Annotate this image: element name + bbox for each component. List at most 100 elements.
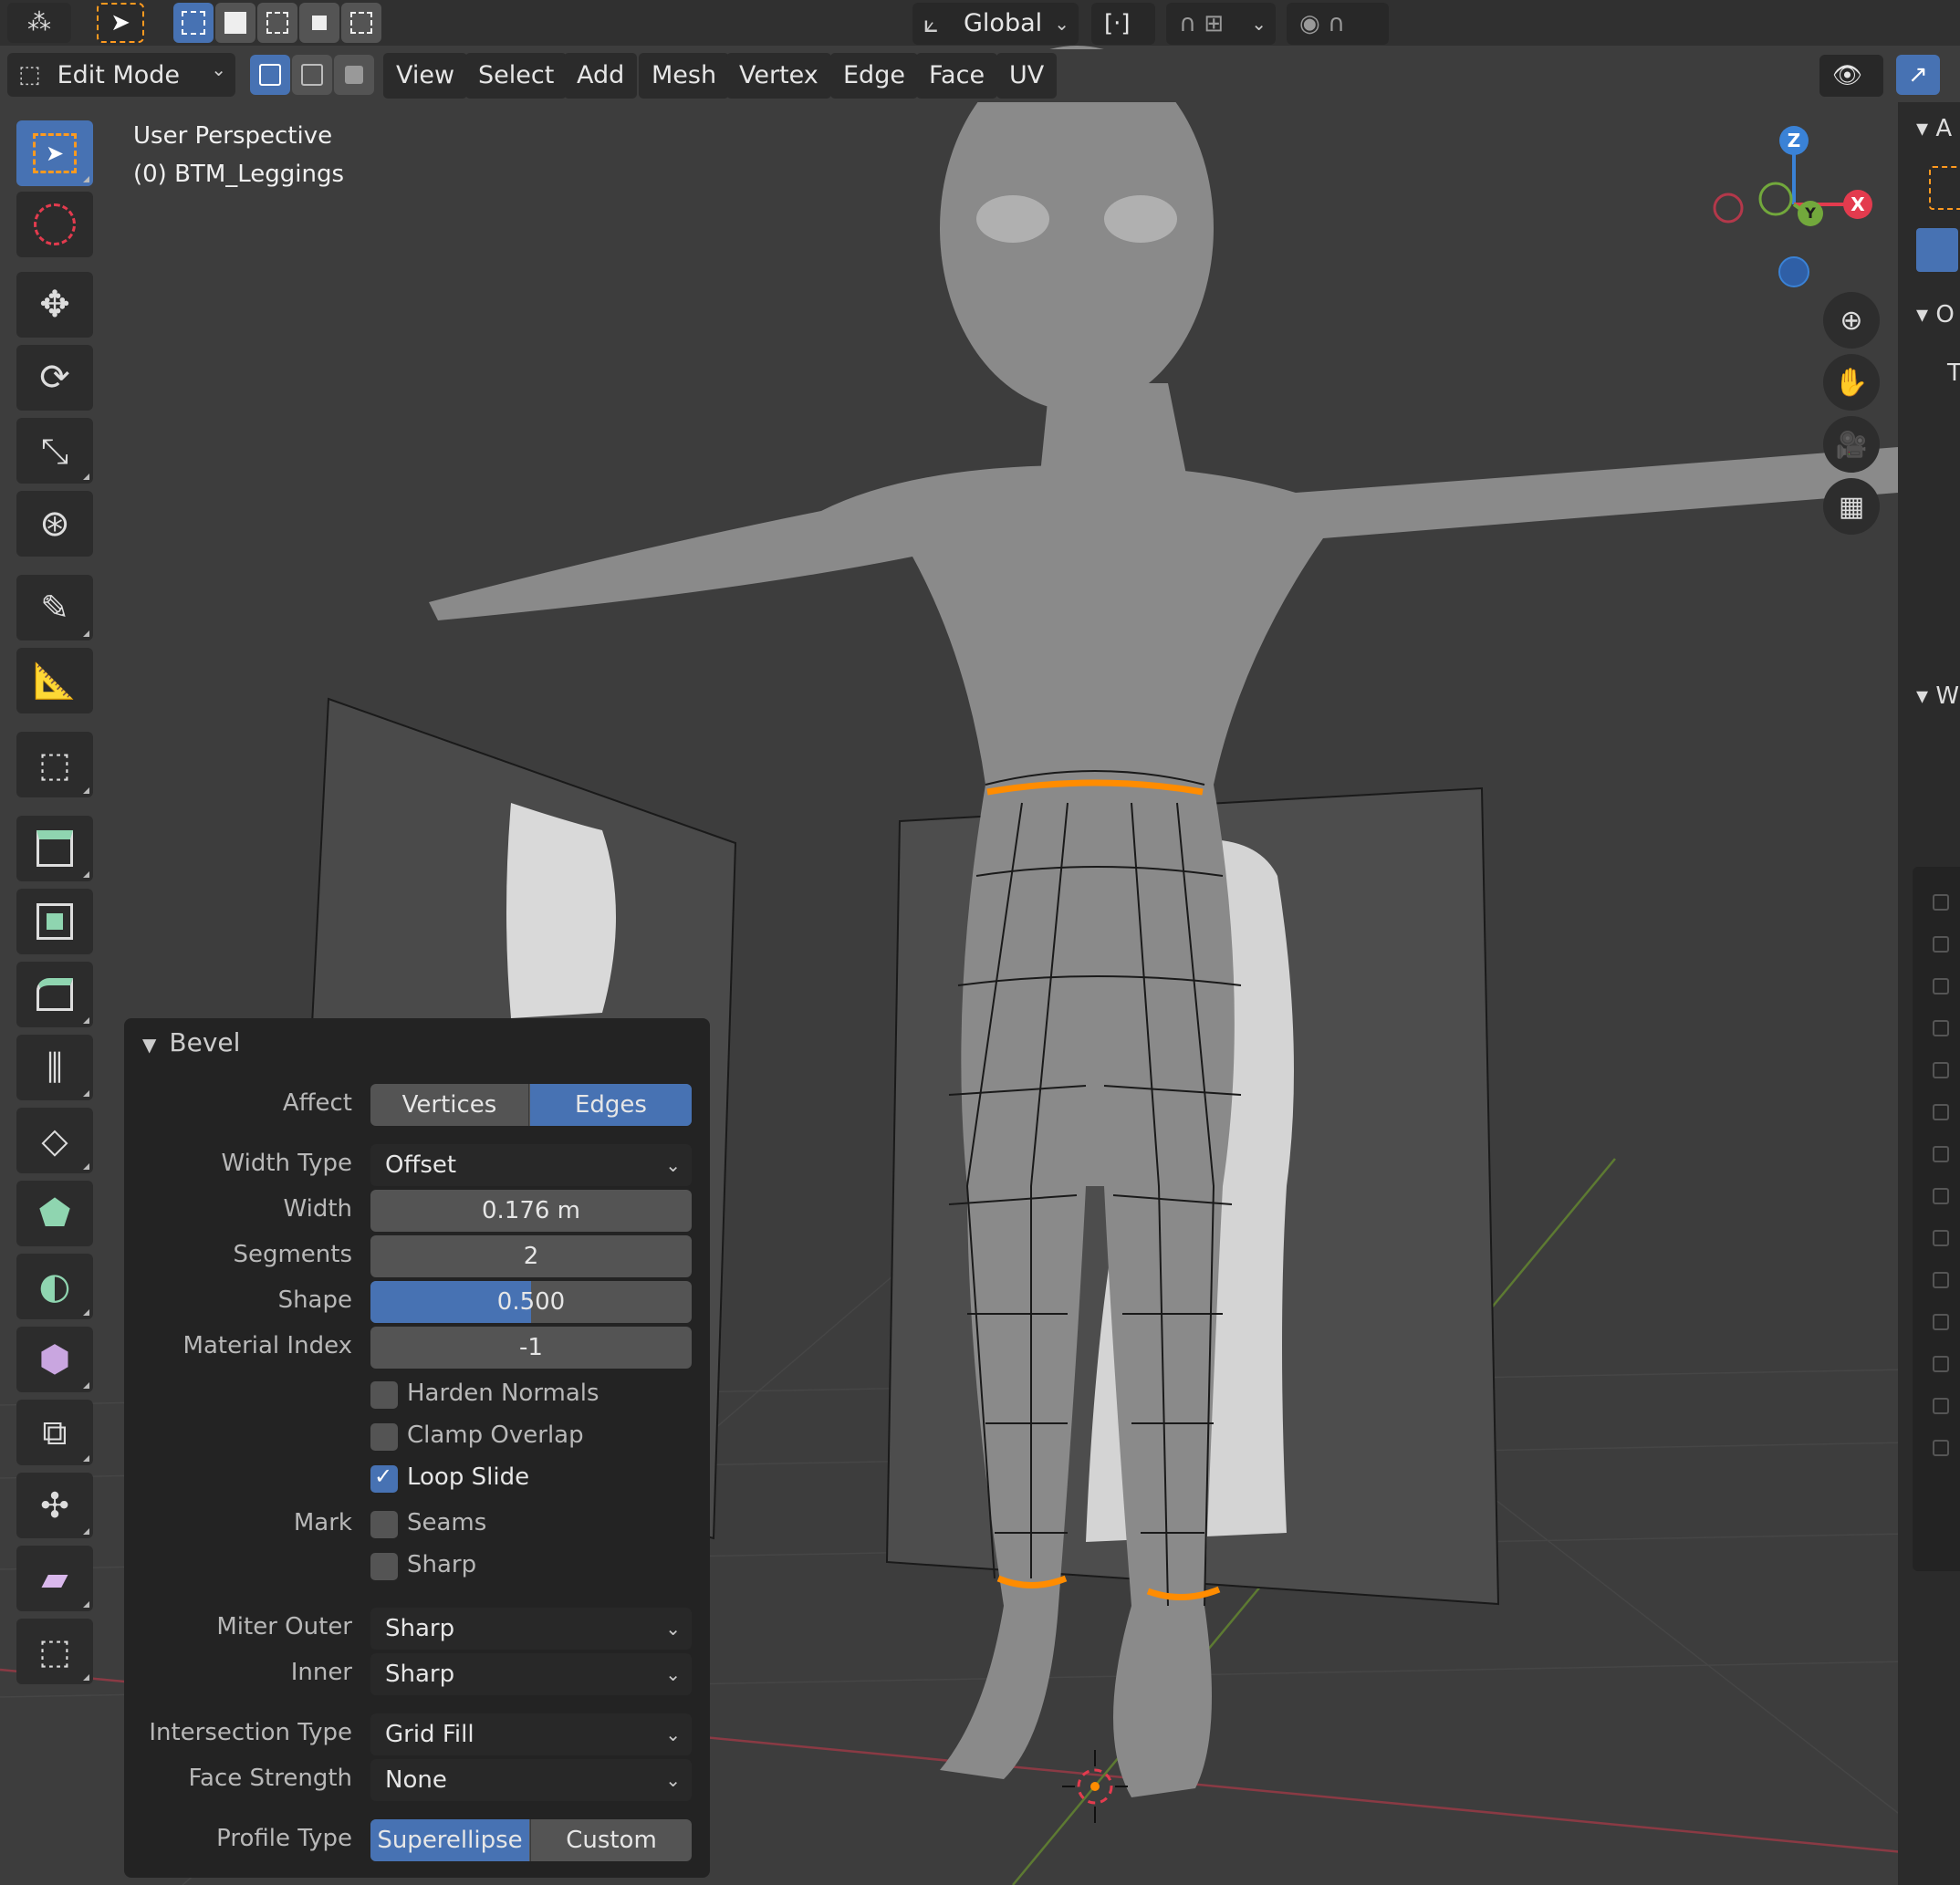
menu-vertex[interactable]: Vertex bbox=[726, 53, 831, 99]
select-mode-extend-button[interactable] bbox=[215, 3, 255, 43]
width-type-dropdown[interactable]: Offset ⌄ bbox=[370, 1144, 692, 1186]
bevel-panel-header[interactable]: ▼ Bevel bbox=[142, 1027, 240, 1057]
list-checkbox[interactable] bbox=[1933, 1020, 1949, 1036]
menu-uv[interactable]: UV bbox=[996, 53, 1058, 99]
select-tool-button[interactable]: ➤ bbox=[97, 3, 144, 43]
face-select-mode-button[interactable] bbox=[334, 55, 374, 95]
menu-add[interactable]: Add bbox=[564, 53, 638, 99]
shape-slider[interactable]: 0.500 bbox=[370, 1281, 692, 1323]
pivot-point-dropdown[interactable]: [·] bbox=[1091, 3, 1155, 45]
list-checkbox[interactable] bbox=[1933, 1230, 1949, 1246]
list-checkbox[interactable] bbox=[1933, 936, 1949, 953]
gizmo-y-axis[interactable]: Y bbox=[1798, 201, 1823, 226]
sidebar-list[interactable] bbox=[1913, 867, 1960, 1571]
tool-knife[interactable]: ◇ bbox=[16, 1108, 93, 1173]
material-index-label: Material Index bbox=[182, 1332, 352, 1359]
menu-view[interactable]: View bbox=[383, 53, 468, 99]
width-field[interactable]: 0.176 m bbox=[370, 1190, 692, 1232]
transform-pivot-button[interactable]: ⁂ bbox=[7, 3, 71, 43]
profile-superellipse-option[interactable]: Superellipse bbox=[370, 1819, 529, 1861]
segments-field[interactable]: 2 bbox=[370, 1235, 692, 1277]
tool-annotate[interactable]: ✎ bbox=[16, 575, 93, 640]
orientation-value: Global bbox=[964, 9, 1043, 37]
sidebar-section-o[interactable]: ▾ O bbox=[1916, 301, 1955, 328]
tool-inset[interactable] bbox=[16, 889, 93, 954]
width-type-value: Offset bbox=[385, 1151, 457, 1179]
list-checkbox[interactable] bbox=[1933, 1146, 1949, 1162]
select-mode-invert-button[interactable] bbox=[299, 3, 339, 43]
edge-select-mode-button[interactable] bbox=[292, 55, 332, 95]
tool-smooth[interactable]: ⬢ bbox=[16, 1327, 93, 1392]
menu-mesh[interactable]: Mesh bbox=[639, 53, 730, 99]
add-cube-icon: ⬚ bbox=[38, 745, 71, 785]
vertex-select-mode-button[interactable] bbox=[250, 55, 290, 95]
select-mode-intersect-button[interactable] bbox=[341, 3, 381, 43]
select-mode-subtract-button[interactable] bbox=[257, 3, 297, 43]
tool-edge-slide[interactable]: ⧉ bbox=[16, 1400, 93, 1465]
list-checkbox[interactable] bbox=[1933, 1272, 1949, 1288]
tool-select-box[interactable]: ➤ bbox=[16, 120, 93, 186]
editor-type-button[interactable]: ⬚ Edit Mode ⌄ bbox=[7, 53, 235, 97]
clamp-overlap-checkbox[interactable] bbox=[370, 1423, 398, 1451]
tool-poly-build[interactable]: ⬟ bbox=[16, 1181, 93, 1246]
material-index-field[interactable]: -1 bbox=[370, 1327, 692, 1369]
list-checkbox[interactable] bbox=[1933, 1314, 1949, 1330]
tool-scale[interactable]: ⤡ bbox=[16, 418, 93, 484]
active-object-label: (0) BTM_Leggings bbox=[133, 161, 345, 188]
tool-transform[interactable]: ⊛ bbox=[16, 491, 93, 557]
sidebar-tool-box[interactable] bbox=[1916, 228, 1958, 272]
proportional-editing-toggle[interactable]: ◉ ∩ bbox=[1287, 3, 1389, 45]
transform-orientation-dropdown[interactable]: ⟀ Global ⌄ bbox=[912, 3, 1079, 45]
affect-edges-option[interactable]: Edges bbox=[530, 1084, 692, 1126]
list-checkbox[interactable] bbox=[1933, 894, 1949, 911]
sidebar-section-a[interactable]: ▾ A bbox=[1916, 115, 1952, 142]
harden-normals-checkbox[interactable] bbox=[370, 1381, 398, 1409]
tool-loop-cut[interactable]: ⫼ bbox=[16, 1035, 93, 1100]
tool-shrink-fatten[interactable]: ✣ bbox=[16, 1473, 93, 1538]
camera-view-button[interactable]: 🎥 bbox=[1823, 416, 1880, 473]
list-checkbox[interactable] bbox=[1933, 1440, 1949, 1456]
list-checkbox[interactable] bbox=[1933, 1188, 1949, 1204]
list-checkbox[interactable] bbox=[1933, 1356, 1949, 1372]
mark-seams-checkbox[interactable] bbox=[370, 1511, 398, 1538]
list-checkbox[interactable] bbox=[1933, 978, 1949, 995]
tool-measure[interactable]: 📐 bbox=[16, 648, 93, 713]
miter-inner-dropdown[interactable]: Sharp ⌄ bbox=[370, 1653, 692, 1695]
tool-shear[interactable]: ▰ bbox=[16, 1546, 93, 1611]
tool-rotate[interactable]: ⟳ bbox=[16, 345, 93, 411]
menu-edge[interactable]: Edge bbox=[830, 53, 918, 99]
ortho-toggle-button[interactable]: ▦ bbox=[1823, 478, 1880, 535]
tool-rip-region[interactable]: ⬚ bbox=[16, 1619, 93, 1684]
tool-spin[interactable]: ◐ bbox=[16, 1254, 93, 1319]
loop-slide-checkbox[interactable]: ✓ bbox=[370, 1463, 398, 1493]
face-strength-dropdown[interactable]: None ⌄ bbox=[370, 1759, 692, 1801]
gizmo-x-axis[interactable]: X bbox=[1843, 190, 1872, 219]
mark-sharp-checkbox[interactable] bbox=[370, 1553, 398, 1580]
profile-custom-option[interactable]: Custom bbox=[530, 1819, 692, 1861]
tool-add-cube[interactable]: ⬚ bbox=[16, 732, 93, 797]
gizmo-toggle-button[interactable]: ↗ bbox=[1896, 55, 1940, 95]
tool-bevel[interactable] bbox=[16, 962, 93, 1027]
tool-cursor[interactable] bbox=[16, 192, 93, 257]
intersection-type-dropdown[interactable]: Grid Fill ⌄ bbox=[370, 1713, 692, 1755]
sidebar-tool-select[interactable] bbox=[1929, 166, 1960, 210]
zoom-button[interactable]: ⊕ bbox=[1823, 292, 1880, 349]
pan-button[interactable]: ✋ bbox=[1823, 354, 1880, 411]
affect-vertices-option[interactable]: Vertices bbox=[370, 1084, 529, 1126]
list-checkbox[interactable] bbox=[1933, 1062, 1949, 1078]
menu-select[interactable]: Select bbox=[465, 53, 568, 99]
list-checkbox[interactable] bbox=[1933, 1398, 1949, 1414]
tool-extrude[interactable] bbox=[16, 816, 93, 881]
menu-face[interactable]: Face bbox=[916, 53, 998, 99]
select-mode-new-button[interactable] bbox=[173, 3, 214, 43]
select-subtract-icon bbox=[266, 12, 288, 34]
tool-move[interactable]: ✥ bbox=[16, 272, 93, 338]
sidebar-section-w[interactable]: ▾ W bbox=[1916, 682, 1959, 710]
visibility-dropdown[interactable]: 👁 bbox=[1819, 55, 1883, 97]
miter-outer-dropdown[interactable]: Sharp ⌄ bbox=[370, 1608, 692, 1650]
list-checkbox[interactable] bbox=[1933, 1104, 1949, 1120]
miter-inner-value: Sharp bbox=[385, 1661, 455, 1688]
snap-toggle[interactable]: ∩ ⊞ ⌄ bbox=[1166, 3, 1276, 45]
navigation-gizmo[interactable]: Z X Y bbox=[1697, 119, 1872, 292]
gizmo-z-axis[interactable]: Z bbox=[1779, 126, 1809, 155]
